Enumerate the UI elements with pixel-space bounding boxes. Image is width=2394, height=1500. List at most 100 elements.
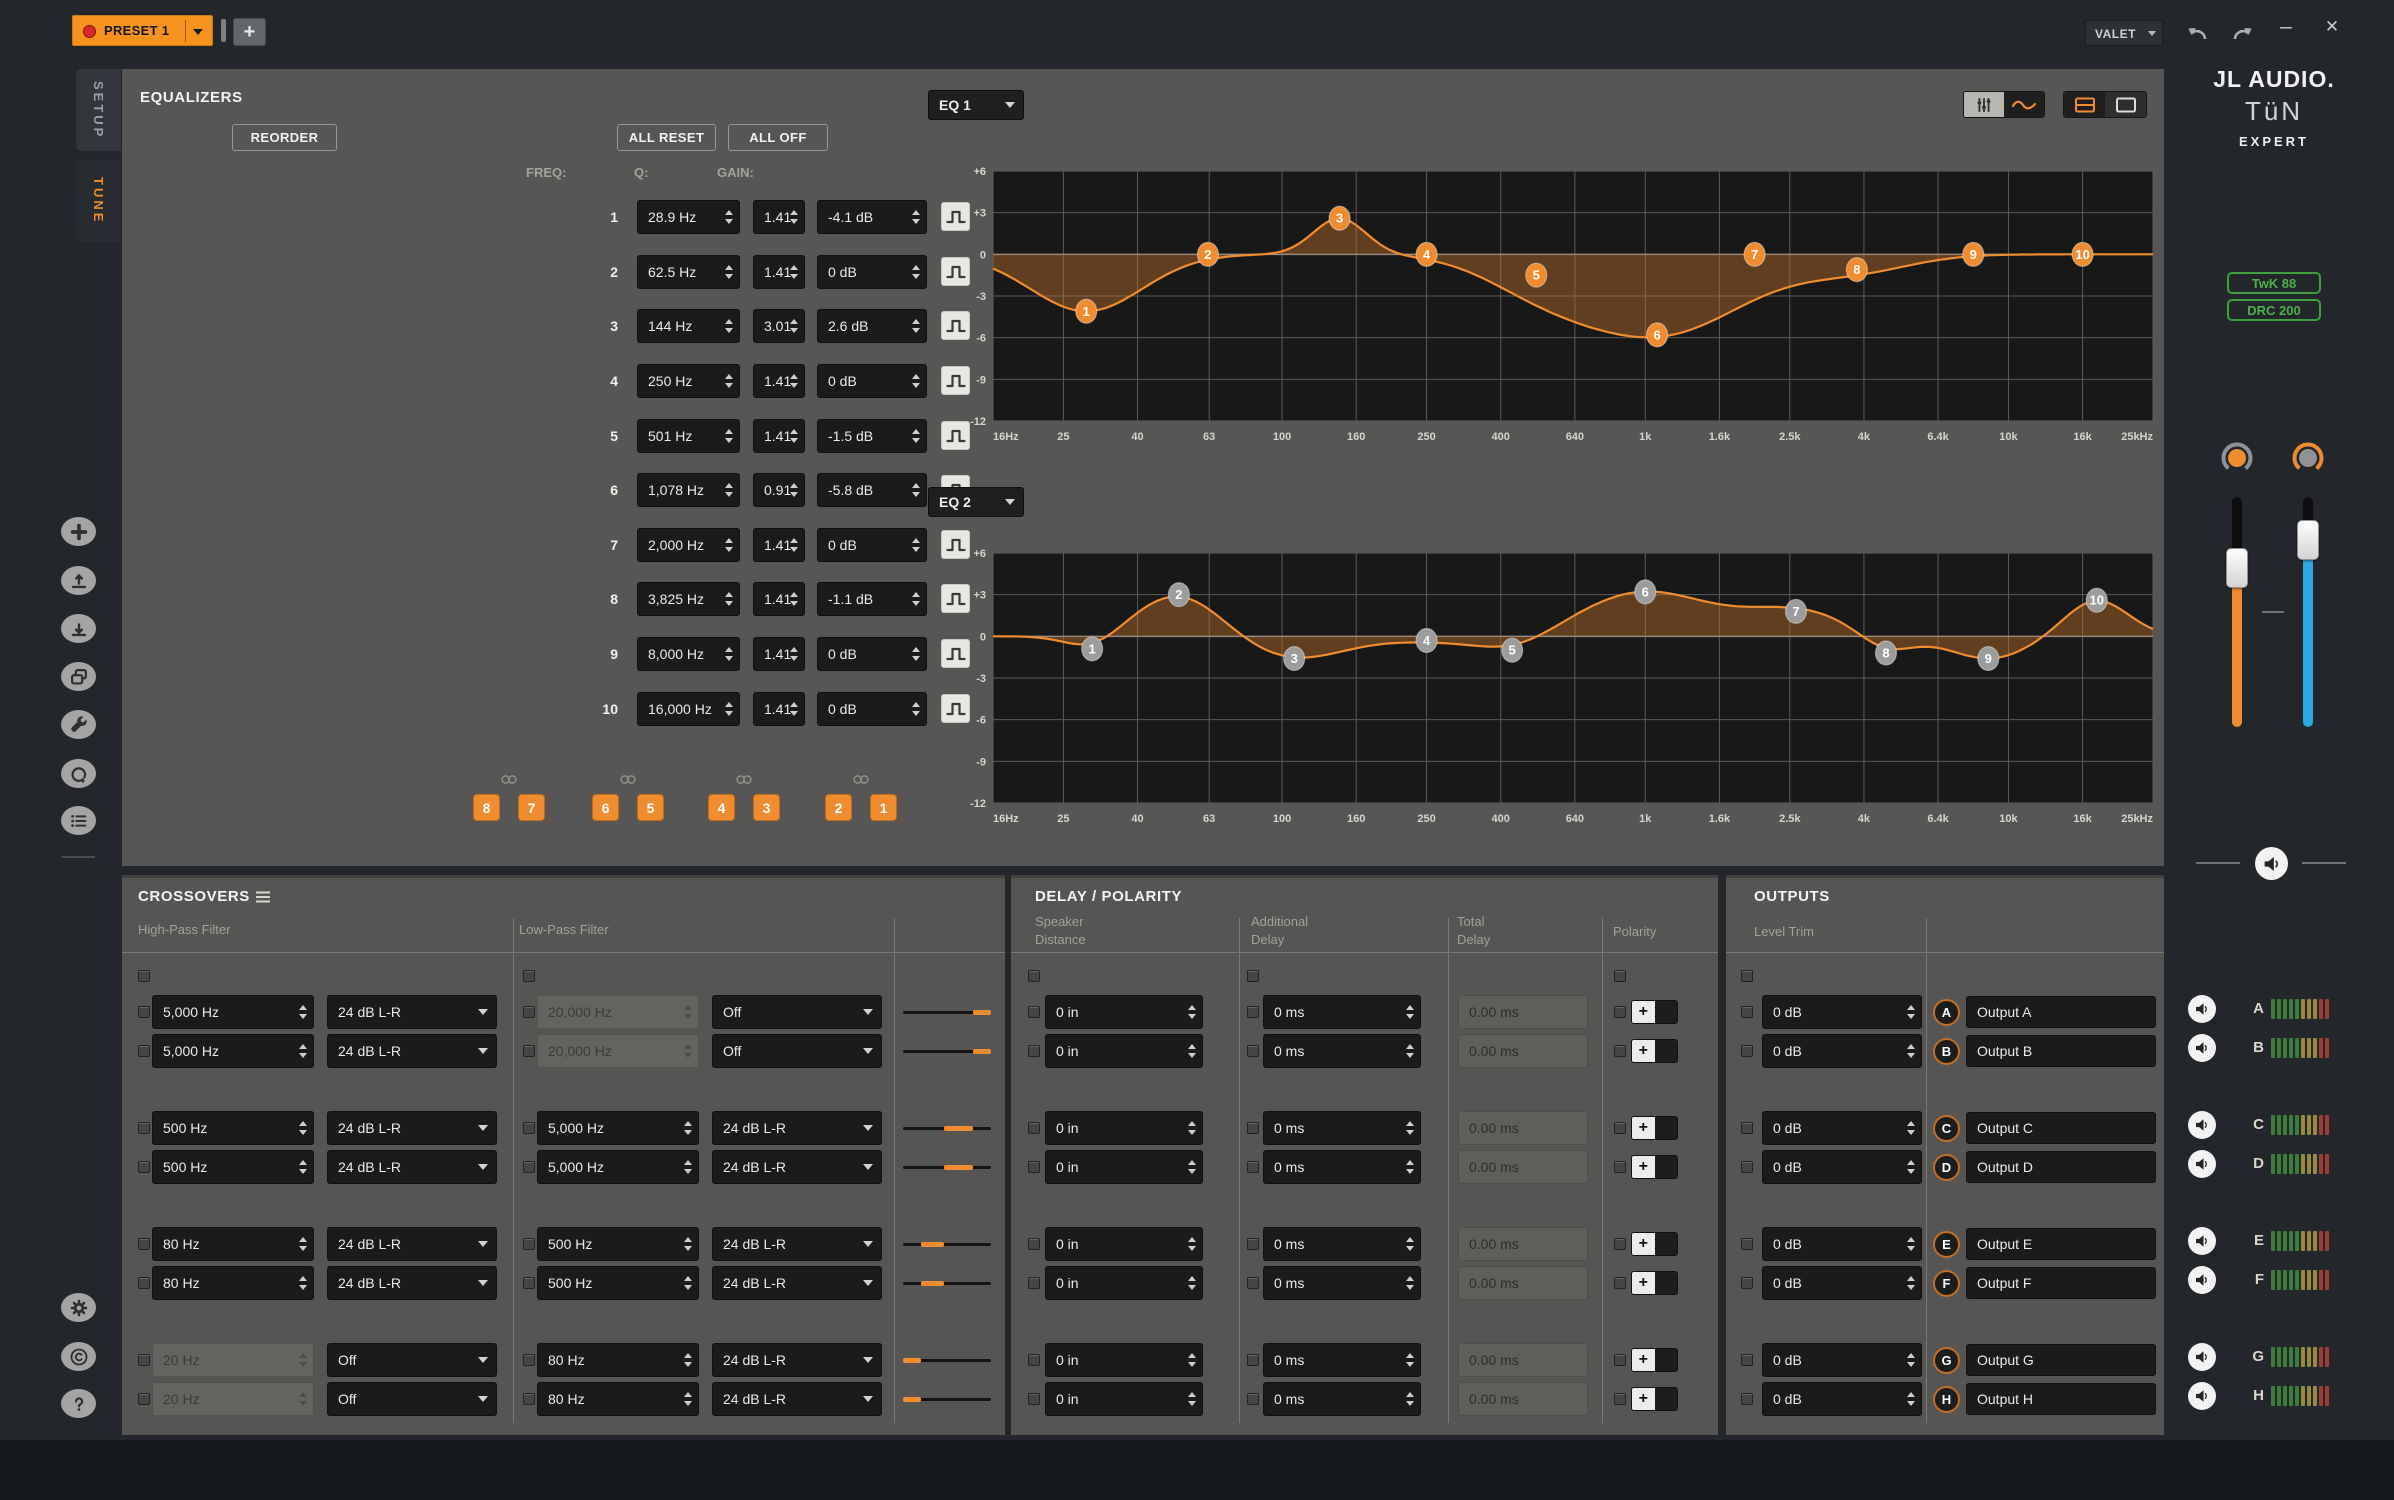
speaker-distance-field[interactable]: 0 in [1045,1034,1203,1068]
eq-channel-link-button[interactable]: 5 [637,794,664,821]
total-delay-readout[interactable]: 0.00 ms [1458,1227,1588,1261]
tab-setup[interactable]: SETUP [76,69,121,151]
stepper-arrows[interactable] [299,1237,307,1251]
total-delay-readout[interactable]: 0.00 ms [1458,1382,1588,1416]
speaker-distance-field[interactable]: 0 in [1045,1382,1203,1416]
lpf-slope-dropdown[interactable]: Off [712,1034,882,1068]
distance-row-checkbox[interactable] [1028,1393,1040,1405]
delay-row-checkbox[interactable] [1247,1006,1259,1018]
distance-row-checkbox[interactable] [1028,1006,1040,1018]
hpf-slope-dropdown[interactable]: 24 dB L-R [327,1034,497,1068]
level-trim-field[interactable]: 0 dB [1762,1111,1922,1145]
eq-band-q-field[interactable]: 1.41 [753,528,805,562]
stepper-arrows[interactable] [299,1121,307,1135]
level-knob-icon[interactable] [2290,440,2326,476]
polarity-row-checkbox[interactable] [1614,1122,1626,1134]
lpf-freq-field[interactable]: 80 Hz [537,1343,699,1377]
level-trim-field[interactable]: 0 dB [1762,1266,1922,1300]
total-delay-readout[interactable]: 0.00 ms [1458,1111,1588,1145]
level-trim-field[interactable]: 0 dB [1762,1382,1922,1416]
eq-band-freq-field[interactable]: 1,078 Hz [637,473,740,507]
speaker-distance-field[interactable]: 0 in [1045,1150,1203,1184]
hpf-freq-field[interactable]: 5,000 Hz [152,1034,314,1068]
additional-delay-field[interactable]: 0 ms [1263,995,1421,1029]
trim-row-checkbox[interactable] [1741,1122,1753,1134]
stepper-arrows[interactable] [1188,1160,1196,1174]
polarity-plus-segment[interactable]: + [1632,1233,1655,1255]
master-fader-handle[interactable] [2226,548,2248,588]
stepper-arrows[interactable] [725,210,733,224]
eq-band-freq-field[interactable]: 16,000 Hz [637,692,740,726]
hpf-row-checkbox[interactable] [138,1045,150,1057]
stepper-arrows[interactable] [299,1392,307,1406]
output-name-field[interactable]: Output F [1966,1267,2156,1299]
stepper-arrows[interactable] [725,374,733,388]
delay-row-checkbox[interactable] [1247,1238,1259,1250]
polarity-row-checkbox[interactable] [1614,1161,1626,1173]
trim-group-checkbox[interactable] [1741,970,1753,982]
lpf-row-checkbox[interactable] [523,1354,535,1366]
stepper-arrows[interactable] [299,1044,307,1058]
monitor-fader-handle[interactable] [2297,520,2319,560]
stepper-arrows[interactable] [684,1392,692,1406]
trim-row-checkbox[interactable] [1741,1354,1753,1366]
twk-device-button[interactable]: TwK 88 [2227,272,2321,294]
polarity-minus-segment[interactable] [1655,1001,1678,1023]
stepper-arrows[interactable] [1907,1237,1915,1251]
output-mute-button[interactable] [2188,995,2216,1023]
eq-band-gain-field[interactable]: -1.1 dB [817,582,927,616]
reorder-button[interactable]: REORDER [232,124,337,151]
undo-button[interactable] [2184,22,2210,49]
lpf-row-checkbox[interactable] [523,1238,535,1250]
delay-row-checkbox[interactable] [1247,1161,1259,1173]
full-view-button[interactable] [2105,92,2146,117]
polarity-row-checkbox[interactable] [1614,1006,1626,1018]
hpf-row-checkbox[interactable] [138,1006,150,1018]
output-mute-button[interactable] [2188,1111,2216,1139]
hpf-freq-field[interactable]: 20 Hz [152,1382,314,1416]
polarity-plus-segment[interactable]: + [1632,1001,1655,1023]
eq-band-freq-field[interactable]: 28.9 Hz [637,200,740,234]
speaker-distance-field[interactable]: 0 in [1045,1227,1203,1261]
stepper-arrows[interactable] [1188,1121,1196,1135]
hpf-slope-dropdown[interactable]: 24 dB L-R [327,995,497,1029]
hpf-slope-dropdown[interactable]: 24 dB L-R [327,1150,497,1184]
delay-row-checkbox[interactable] [1247,1277,1259,1289]
add-button[interactable] [61,517,96,546]
eq-band-q-field[interactable]: 1.41 [753,255,805,289]
stepper-arrows[interactable] [725,647,733,661]
settings-button[interactable] [61,1293,96,1322]
hpf-slope-dropdown[interactable]: 24 dB L-R [327,1227,497,1261]
polarity-minus-segment[interactable] [1655,1156,1678,1178]
all-off-button[interactable]: ALL OFF [728,124,828,151]
polarity-plus-segment[interactable]: + [1632,1156,1655,1178]
stepper-arrows[interactable] [1907,1353,1915,1367]
tab-tune[interactable]: TUNE [76,160,121,242]
stepper-arrows[interactable] [1907,1392,1915,1406]
lpf-group-checkbox[interactable] [523,970,535,982]
polarity-minus-segment[interactable] [1655,1388,1678,1410]
hpf-group-checkbox[interactable] [138,970,150,982]
hpf-row-checkbox[interactable] [138,1161,150,1173]
eq-band-q-field[interactable]: 1.41 [753,637,805,671]
eq-band-gain-field[interactable]: 0 dB [817,528,927,562]
eq-channel-link-button[interactable]: 7 [518,794,545,821]
hpf-freq-field[interactable]: 80 Hz [152,1227,314,1261]
eq-band-q-field[interactable]: 0.91 [753,473,805,507]
redo-button[interactable] [2230,22,2256,49]
revert-button[interactable] [61,759,96,788]
help-button[interactable] [61,1389,96,1418]
speaker-distance-field[interactable]: 0 in [1045,1111,1203,1145]
lpf-slope-dropdown[interactable]: 24 dB L-R [712,1382,882,1416]
hpf-freq-field[interactable]: 500 Hz [152,1111,314,1145]
stepper-arrows[interactable] [1188,1005,1196,1019]
distance-row-checkbox[interactable] [1028,1354,1040,1366]
eq-band-q-field[interactable]: 1.41 [753,692,805,726]
stepper-arrows[interactable] [790,592,798,606]
delay-row-checkbox[interactable] [1247,1122,1259,1134]
hpf-row-checkbox[interactable] [138,1238,150,1250]
additional-delay-field[interactable]: 0 ms [1263,1111,1421,1145]
output-mute-button[interactable] [2188,1034,2216,1062]
lpf-row-checkbox[interactable] [523,1122,535,1134]
minimize-button[interactable]: – [2272,12,2300,42]
